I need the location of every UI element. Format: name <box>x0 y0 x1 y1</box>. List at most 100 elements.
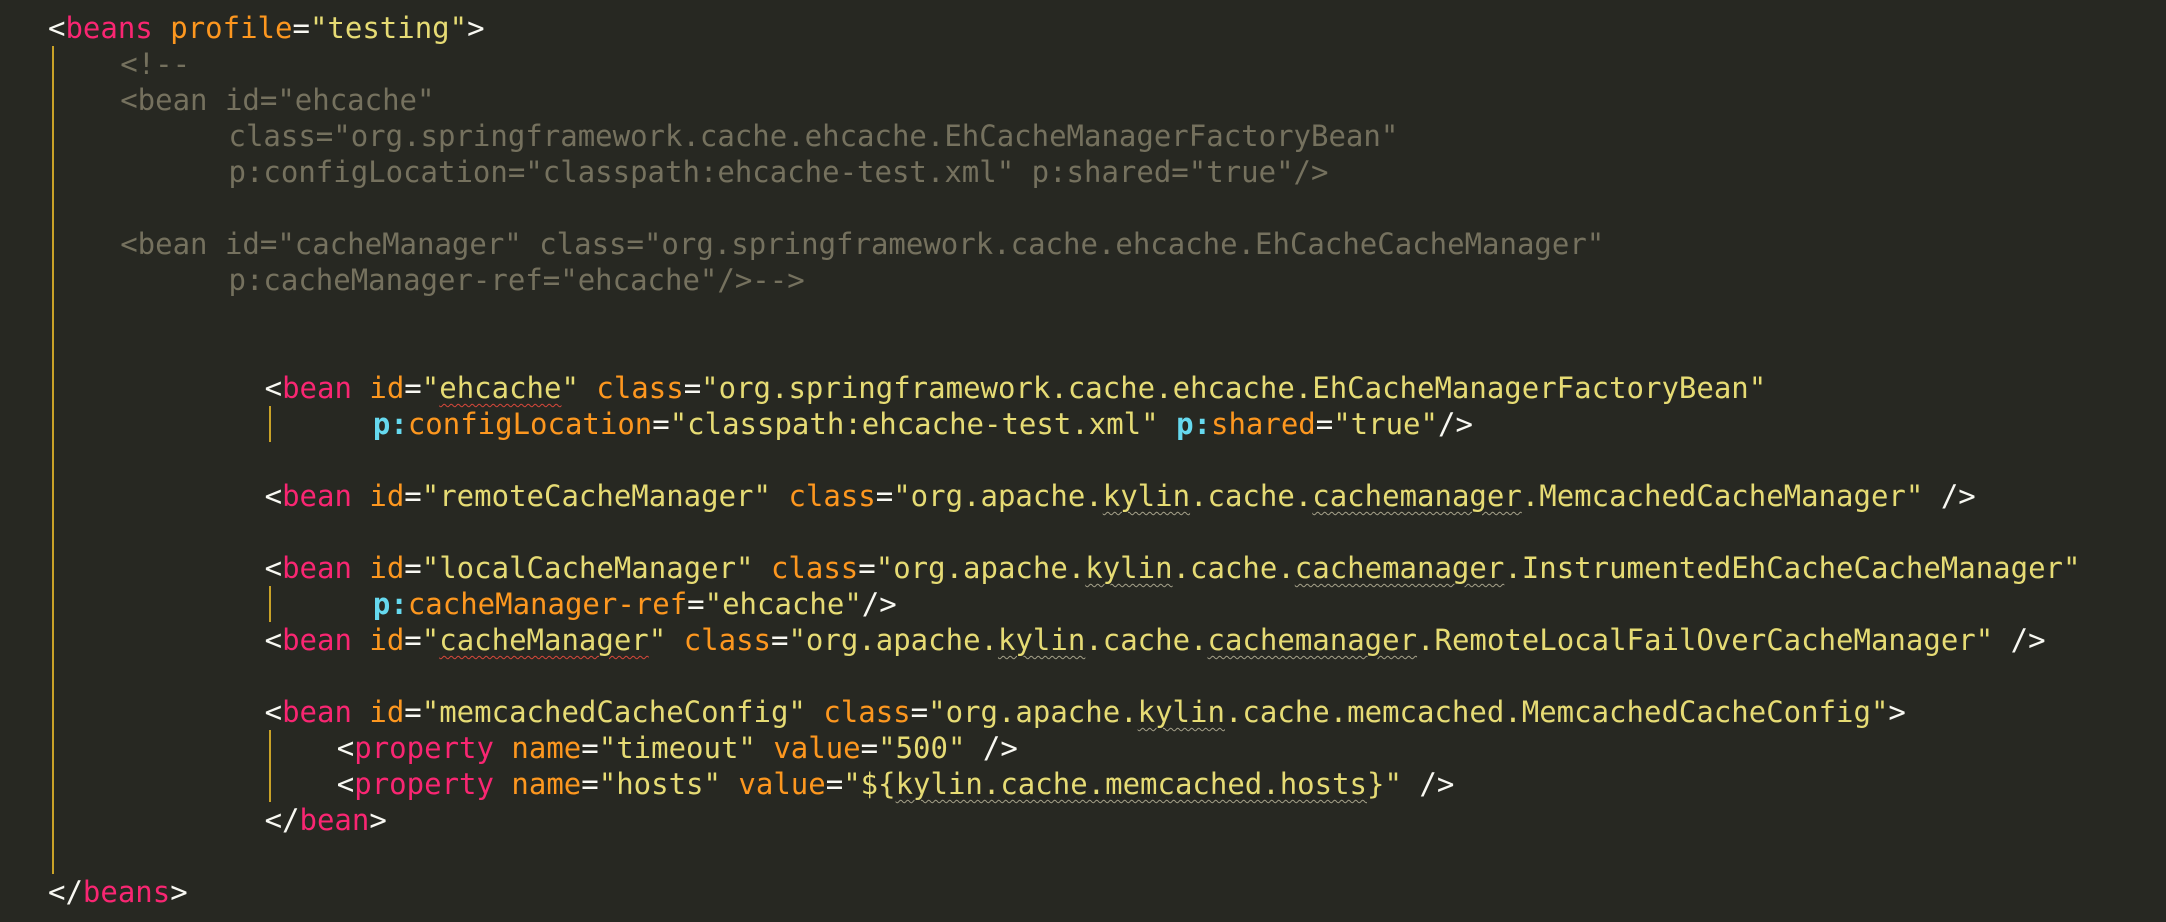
indent-guide <box>268 586 271 622</box>
code-token: = <box>771 623 789 657</box>
code-token: kylin <box>997 623 1086 657</box>
code-token: "ehcache" <box>704 587 862 621</box>
code-token: < <box>48 11 66 45</box>
code-line[interactable]: <property name="hosts" value="${kylin.ca… <box>337 766 1455 802</box>
code-token: kylin.cache.memcached.hosts <box>895 767 1367 801</box>
code-token: "timeout" <box>598 731 756 765</box>
code-token: .InstrumentedEhCacheCacheManager" <box>1504 551 2081 585</box>
code-token: class <box>596 371 684 405</box>
code-line[interactable]: class="org.springframework.cache.ehcache… <box>229 118 1399 154</box>
code-token: > <box>1888 695 1906 729</box>
code-token: cacheManager <box>439 623 649 657</box>
code-token: bean <box>282 371 352 405</box>
code-editor[interactable]: <beans profile="testing"> <!-- <bean id="e… <box>0 0 2166 922</box>
code-line[interactable]: p:configLocation="classpath:ehcache-test… <box>229 154 1329 190</box>
code-line[interactable]: </bean> <box>265 802 387 838</box>
code-token: "org.apache. <box>928 695 1138 729</box>
code-token: class <box>770 551 859 585</box>
code-token: /> <box>1923 479 1976 513</box>
code-line[interactable]: </beans> <box>48 874 188 910</box>
code-token: = <box>1315 407 1334 441</box>
code-line[interactable]: <bean id="memcachedCacheConfig" class="o… <box>265 694 1906 730</box>
code-token: class="org.springframework.cache.ehcache… <box>228 119 1399 153</box>
code-token: = <box>825 767 844 801</box>
code-line[interactable]: <property name="timeout" value="500" /> <box>337 730 1018 766</box>
code-token: " <box>421 371 440 405</box>
code-line[interactable]: <bean id="cacheManager" class="org.apach… <box>265 622 2046 658</box>
code-token: = <box>404 623 422 657</box>
code-line[interactable]: <bean id="localCacheManager" class="org.… <box>265 550 2081 586</box>
code-token: }" <box>1367 767 1402 801</box>
code-token: > <box>467 11 485 45</box>
code-line[interactable]: <bean id="ehcache" class="org.springfram… <box>265 370 1767 406</box>
code-token: > <box>369 803 387 837</box>
code-token: = <box>404 479 422 513</box>
code-token: p:cacheManager-ref="ehcache"/>--> <box>228 263 805 297</box>
code-token: beans <box>82 875 171 909</box>
code-token: id <box>369 479 405 513</box>
code-token: "classpath:ehcache-test.xml" <box>669 407 1159 441</box>
code-token: .MemcachedCacheManager" <box>1521 479 1924 513</box>
code-token: id <box>369 623 405 657</box>
code-token: "org.springframework.cache.ehcache.EhCac… <box>701 371 1767 405</box>
code-token: = <box>910 695 929 729</box>
code-token: bean <box>282 551 352 585</box>
code-token: /> <box>1437 407 1473 441</box>
code-line[interactable]: <bean id="remoteCacheManager" class="org… <box>265 478 1976 514</box>
indent-guide <box>52 46 54 874</box>
code-token: .cache. <box>1172 551 1295 585</box>
code-token: id <box>369 695 405 729</box>
code-line[interactable]: p:cacheManager-ref="ehcache"/> <box>373 586 897 622</box>
code-line[interactable]: <!-- <box>120 46 190 82</box>
code-token: bean <box>299 803 370 837</box>
code-token: profile <box>170 11 293 45</box>
code-token: cacheManager-ref <box>407 587 688 621</box>
code-token: " <box>421 623 440 657</box>
code-line[interactable]: p:cacheManager-ref="ehcache"/>--> <box>229 262 805 298</box>
code-token: p:configLocation="classpath:ehcache-test… <box>228 155 1329 189</box>
indent-guide <box>268 730 271 802</box>
code-token: = <box>404 695 422 729</box>
code-token: " <box>648 623 667 657</box>
code-token: = <box>581 731 599 765</box>
code-token: p: <box>372 407 408 441</box>
code-line[interactable]: <bean id="ehcache" <box>120 82 434 118</box>
code-token: .cache. <box>1085 623 1208 657</box>
code-token: <!-- <box>120 47 191 81</box>
code-token: = <box>875 479 894 513</box>
code-token: bean <box>282 479 352 513</box>
code-token: "org.apache. <box>875 551 1086 585</box>
code-line[interactable]: p:configLocation = "classpath:ehcache-test… <box>373 406 1473 442</box>
code-token: = <box>687 587 705 621</box>
code-token: kylin <box>1085 551 1173 585</box>
code-token: </ <box>264 803 300 837</box>
code-token: .RemoteLocalFailOverCacheManager" <box>1417 623 1994 657</box>
code-token: < <box>264 371 283 405</box>
code-token: < <box>336 731 355 765</box>
code-token: class <box>683 623 771 657</box>
code-token: " <box>561 371 579 405</box>
code-line[interactable]: <bean id="cacheManager" class="org.sprin… <box>120 226 1604 262</box>
code-token: </ <box>48 875 83 909</box>
code-token: name <box>511 767 582 801</box>
code-token: kylin <box>1102 479 1191 513</box>
code-token: value <box>738 767 826 801</box>
code-token: .cache. <box>1190 479 1313 513</box>
code-token: .cache.memcached.MemcachedCacheConfig" <box>1224 695 1889 729</box>
code-token: kylin <box>1137 695 1225 729</box>
code-line[interactable]: <beans profile="testing"> <box>48 10 485 46</box>
code-token: configLocation <box>407 407 653 441</box>
code-token: "hosts" <box>598 767 721 801</box>
code-token: cachemanager <box>1294 551 1505 585</box>
code-token: > <box>170 875 188 909</box>
code-token: = <box>860 731 879 765</box>
